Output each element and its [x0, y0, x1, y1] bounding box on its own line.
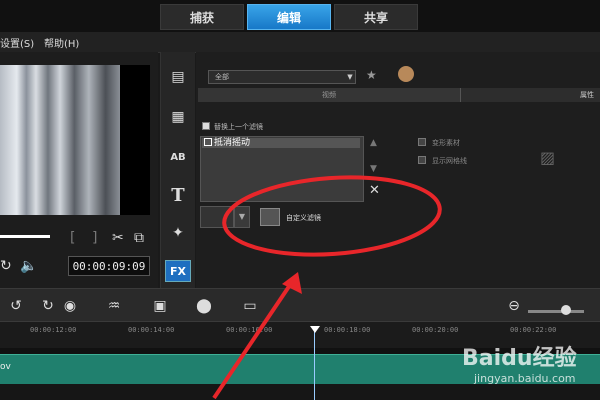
scissors-icon[interactable]: ✂ — [112, 230, 124, 246]
menu-bar: 设置(S) 帮助(H) — [0, 32, 600, 53]
ruler-tick: 00:00:12:00 — [30, 326, 77, 334]
move-up-icon[interactable]: ▲ — [370, 138, 377, 148]
zoom-out-icon[interactable]: ⊖ — [504, 297, 524, 315]
zoom-slider[interactable] — [528, 310, 584, 313]
graphics-icon[interactable]: ✦ — [165, 222, 191, 244]
filter-enabled-checkbox[interactable] — [204, 138, 212, 146]
watermark-logo: Baidu经验 — [462, 346, 577, 371]
repeat-icon[interactable]: ↻ — [0, 258, 12, 274]
copy-icon[interactable]: ⧉ — [134, 230, 144, 246]
preset-dropdown-chevron-icon[interactable]: ▼ — [234, 206, 250, 228]
playhead-marker[interactable] — [310, 326, 320, 333]
track-manager-icon[interactable]: ⬤ — [194, 297, 214, 315]
timeline-toolbar: ↺ ↻ ◉ ♒ ▣ ⬤ ▭ ⊖ — [0, 288, 600, 322]
show-grid-label: 显示网格线 — [432, 157, 467, 165]
text-icon[interactable]: T — [165, 184, 191, 206]
menu-help[interactable]: 帮助(H) — [44, 35, 79, 50]
ruler-tick: 00:00:16:00 — [226, 326, 273, 334]
delete-filter-icon[interactable]: ✕ — [369, 183, 380, 198]
audio-mixer-icon[interactable]: ♒ — [104, 297, 124, 315]
transition-icon[interactable]: ▦ — [165, 106, 191, 128]
filter-category-dropdown[interactable]: 全部 — [208, 70, 356, 84]
volume-icon[interactable]: 🔈 — [20, 258, 37, 274]
record-capture-icon[interactable]: ◉ — [60, 297, 80, 315]
ruler-tick: 00:00:20:00 — [412, 326, 459, 334]
top-tab-bar: 捕获 编辑 共享 — [0, 0, 600, 32]
timeline-bottom — [0, 384, 600, 400]
tab-share[interactable]: 共享 — [334, 4, 418, 30]
subtitle-editor-icon[interactable]: ▭ — [240, 297, 260, 315]
distort-clip-checkbox[interactable] — [418, 138, 426, 146]
tab-edit[interactable]: 编辑 — [247, 4, 331, 30]
ruler-tick: 00:00:22:00 — [510, 326, 557, 334]
video-frame-image — [0, 65, 120, 215]
subtab-attributes[interactable]: 属性 — [580, 88, 594, 102]
custom-filter-icon[interactable] — [260, 208, 280, 226]
timecode-display[interactable]: 00:00:09:09 — [68, 256, 150, 276]
ruler-tick: 00:00:14:00 — [128, 326, 175, 334]
chapter-icon[interactable]: ▣ — [150, 297, 170, 315]
preset-thumbnail[interactable] — [200, 206, 234, 228]
show-grid-checkbox[interactable] — [418, 156, 426, 164]
ruler-tick: 00:00:18:00 — [324, 326, 371, 334]
side-toolbar: ▤ ▦ AB T ✦ FX — [160, 52, 195, 288]
playhead-line[interactable] — [314, 330, 315, 400]
scrub-bar[interactable] — [0, 235, 50, 238]
library-badge-icon[interactable] — [398, 66, 414, 82]
list-item[interactable]: 抵消摇动 — [202, 138, 360, 148]
fx-filter-icon[interactable]: FX — [165, 260, 191, 282]
grid-options-icon[interactable]: ▨ — [540, 148, 555, 167]
redo-icon[interactable]: ↻ — [38, 297, 58, 315]
media-library-icon[interactable]: ▤ — [165, 66, 191, 88]
replace-last-filter-checkbox[interactable] — [202, 122, 210, 130]
replace-last-filter-label: 替换上一个滤镜 — [214, 123, 263, 131]
mark-out-button[interactable]: ] — [92, 230, 97, 246]
distort-clip-label: 变形素材 — [432, 139, 460, 147]
custom-filter-label[interactable]: 自定义滤镜 — [286, 213, 321, 223]
menu-settings[interactable]: 设置(S) — [0, 35, 34, 50]
watermark-url: jingyan.baidu.com — [474, 372, 576, 385]
favorite-star-icon[interactable]: ★ — [366, 68, 377, 82]
subtab-video[interactable]: 视频 — [198, 88, 461, 102]
tab-capture[interactable]: 捕获 — [160, 4, 244, 30]
clip-label: ov — [0, 362, 11, 372]
move-down-icon[interactable]: ▼ — [370, 164, 377, 174]
chevron-down-icon[interactable]: ▼ — [344, 70, 356, 84]
title-ab-icon[interactable]: AB — [165, 146, 191, 168]
video-preview — [0, 65, 150, 215]
undo-icon[interactable]: ↺ — [6, 297, 26, 315]
zoom-slider-handle[interactable] — [561, 305, 571, 315]
mark-in-button[interactable]: [ — [70, 230, 75, 246]
